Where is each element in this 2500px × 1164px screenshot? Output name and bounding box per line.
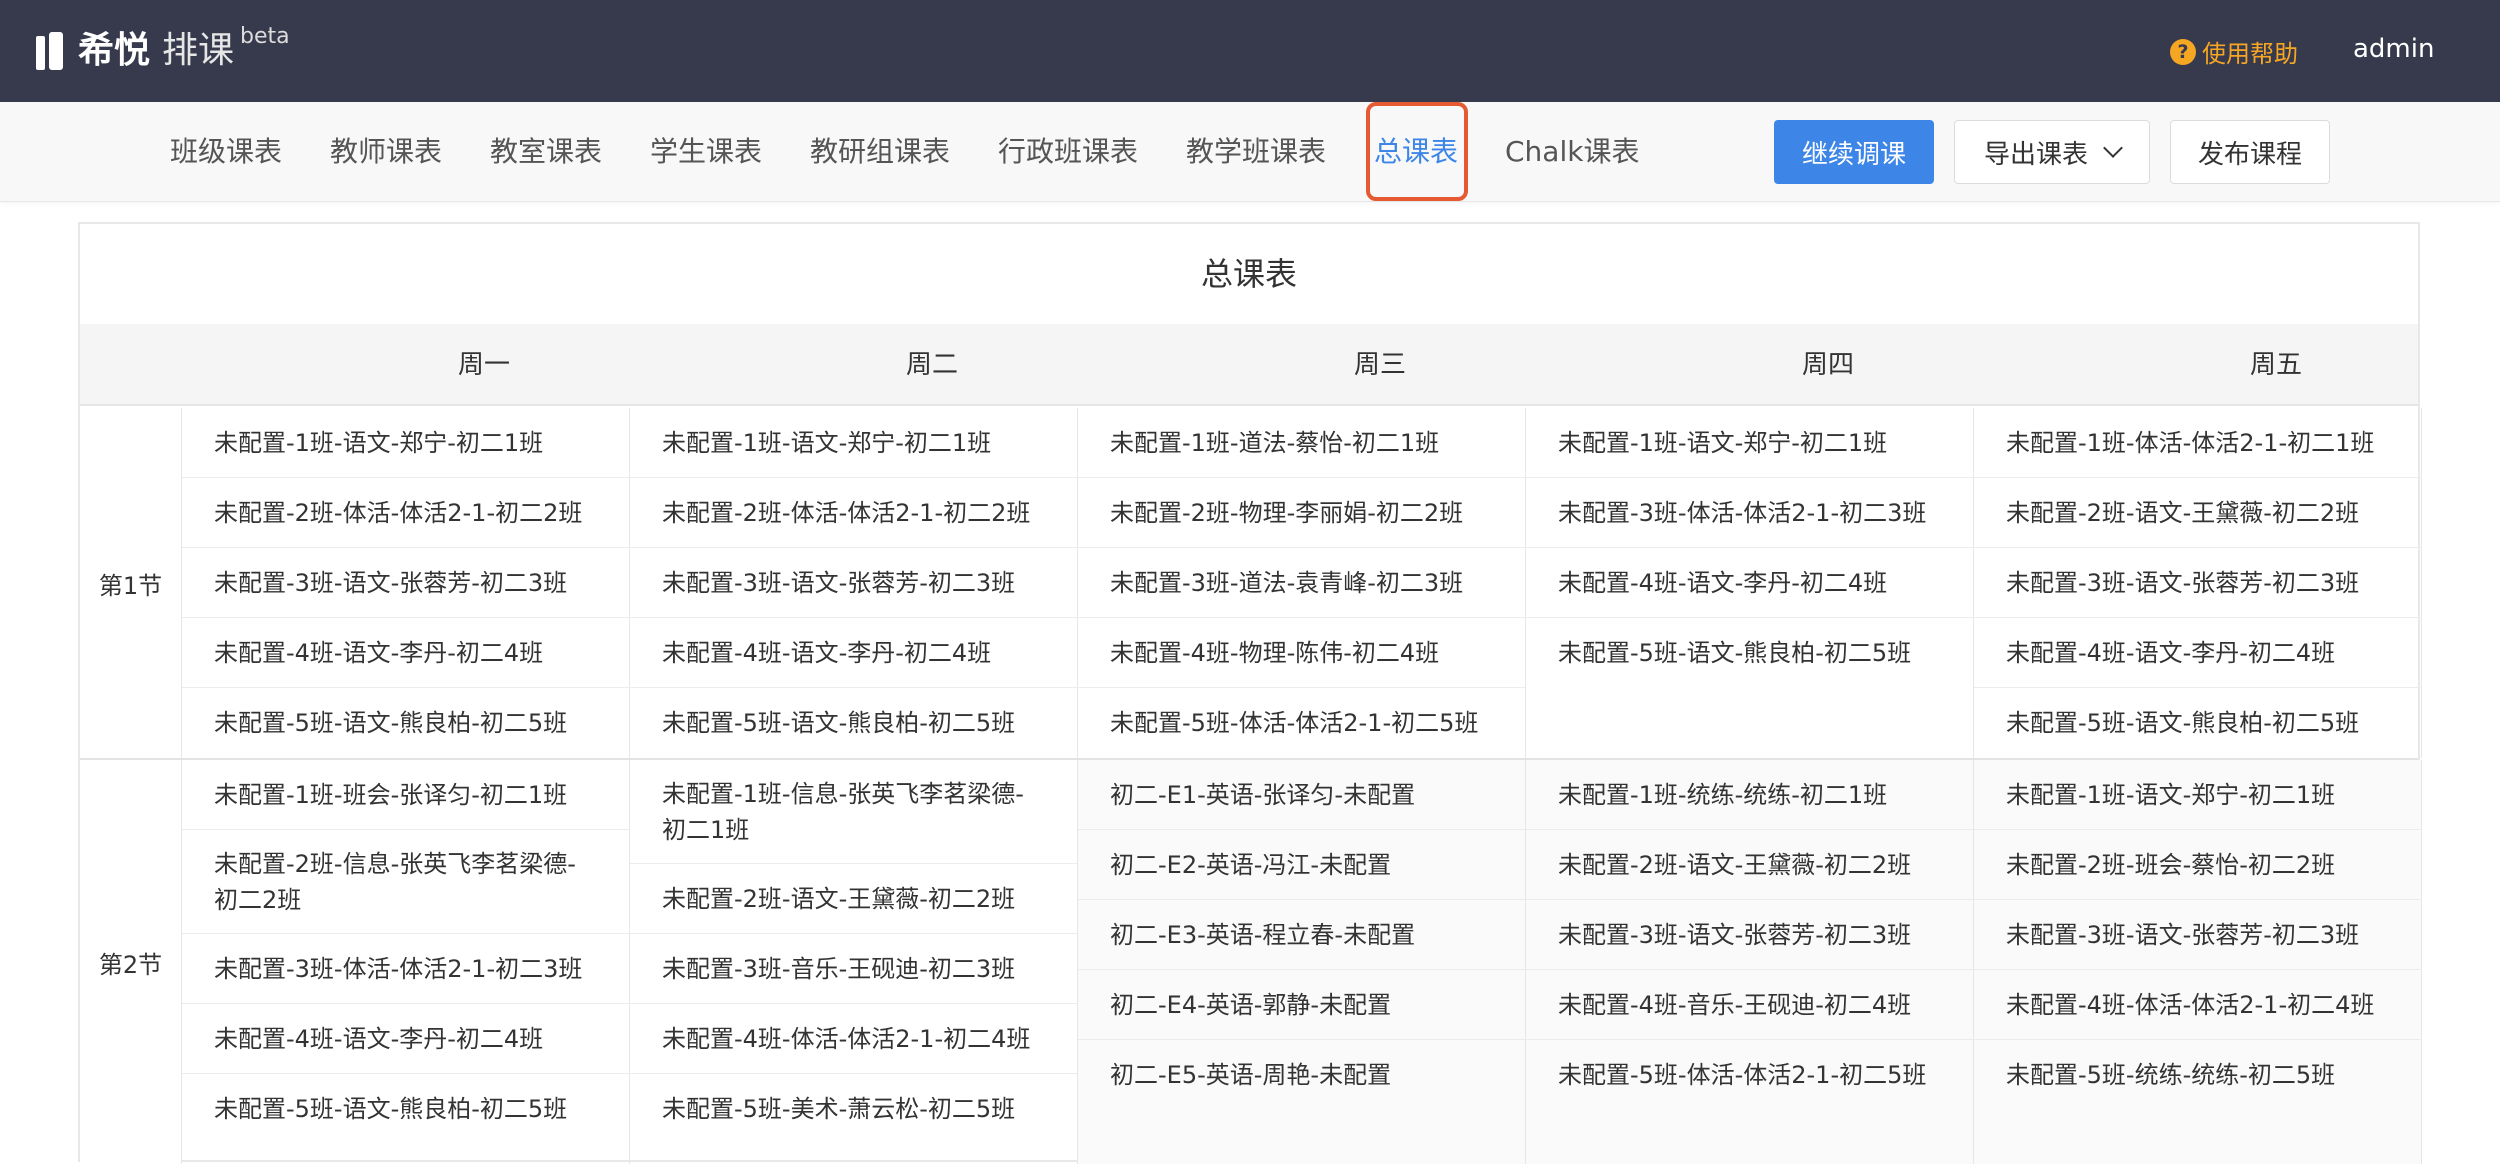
course-cell[interactable]: 初二-E5-英语-周艳-未配置	[1078, 1040, 1526, 1110]
timetable-title: 总课表	[1200, 255, 1297, 293]
period-label: 第2节	[80, 760, 182, 1164]
tab-student-schedule[interactable]: 学生课表	[650, 132, 762, 172]
course-cell[interactable]: 未配置-3班-音乐-王砚迪-初二3班	[630, 934, 1078, 1004]
course-cell[interactable]: 未配置-5班-美术-萧云松-初二5班	[630, 1074, 1078, 1144]
course-cell[interactable]: 未配置-2班-体活-体活2-1-初二2班	[182, 478, 630, 548]
day-header: 周二	[905, 350, 958, 380]
day-header-row: 周一 周二 周三 周四 周五	[80, 324, 2418, 406]
course-cell[interactable]: 未配置-3班-语文-张蓉芳-初二3班	[1974, 548, 2422, 618]
course-cell[interactable]: 未配置-1班-班会-张译匀-初二1班	[182, 760, 630, 830]
course-cell[interactable]: 未配置-3班-语文-张蓉芳-初二3班	[182, 548, 630, 618]
continue-adjust-button[interactable]: 继续调课	[1774, 120, 1934, 184]
tab-admin-class-schedule[interactable]: 行政班课表	[998, 132, 1138, 172]
course-cell[interactable]: 未配置-2班-信息-张英飞李茗梁德-初二2班	[182, 830, 630, 934]
publish-course-label: 发布课程	[2197, 139, 2302, 170]
day-header: 周五	[2249, 350, 2302, 380]
course-cell[interactable]: 未配置-2班-物理-李丽娟-初二2班	[1078, 478, 1526, 548]
course-cell[interactable]: 未配置-5班-语文-熊良柏-初二5班	[182, 688, 630, 758]
course-cell[interactable]: 未配置-2班-体活-体活2-1-初二2班	[630, 478, 1078, 548]
app-logo[interactable]: 希悦 排课 beta	[36, 24, 290, 74]
course-cell[interactable]: 未配置-1班-道法-蔡怡-初二1班	[1078, 408, 1526, 478]
course-cell[interactable]: 未配置-4班-语文-李丹-初二4班	[182, 1004, 630, 1074]
course-cell[interactable]: 初二-E1-英语-张译匀-未配置	[1078, 760, 1526, 830]
logo-subtitle: 排课	[162, 30, 235, 71]
course-cell[interactable]: 初二-E4-英语-郭静-未配置	[1078, 970, 1526, 1040]
day-column: 未配置-1班-体活-体活2-1-初二1班 未配置-2班-语文-王黛薇-初二2班 未配…	[1974, 408, 2422, 758]
tab-chalk-schedule[interactable]: Chalk课表	[1505, 132, 1639, 172]
course-cell[interactable]: 未配置-2班-语文-王黛薇-初二2班	[1526, 830, 1974, 900]
course-cell[interactable]: 未配置-1班-信息-张英飞李茗梁德-初二1班	[630, 760, 1078, 864]
course-cell[interactable]: 未配置-3班-语文-张蓉芳-初二3班	[1526, 900, 1974, 970]
export-schedule-label: 导出课表	[1983, 139, 2088, 170]
course-cell[interactable]: 未配置-4班-语文-李丹-初二4班	[1974, 618, 2422, 688]
help-icon: ?	[2170, 38, 2196, 65]
course-cell[interactable]: 未配置-3班-体活-体活2-1-初二3班	[182, 934, 630, 1004]
course-cell[interactable]: 未配置-4班-体活-体活2-1-初二4班	[630, 1004, 1078, 1074]
course-cell[interactable]: 未配置-3班-道法-袁青峰-初二3班	[1078, 548, 1526, 618]
day-column: 初二-E1-英语-张译匀-未配置 初二-E2-英语-冯江-未配置 初二-E3-英语-…	[1078, 760, 1526, 1164]
day-header: 周四	[1801, 350, 1854, 380]
tab-research-group-schedule[interactable]: 教研组课表	[810, 132, 950, 172]
nav-bar: 班级课表 教师课表 教室课表 学生课表 教研组课表 行政班课表 教学班课表 总课…	[0, 102, 2500, 202]
course-cell[interactable]: 未配置-1班-语文-郑宁-初二1班	[182, 408, 630, 478]
course-cell[interactable]: 未配置-1班-语文-郑宁-初二1班	[630, 408, 1078, 478]
course-cell[interactable]: 未配置-1班-语文-郑宁-初二1班	[1974, 760, 2422, 830]
help-label: 使用帮助	[2202, 40, 2298, 68]
period-label: 第1节	[80, 408, 182, 758]
day-column: 未配置-1班-道法-蔡怡-初二1班 未配置-2班-物理-李丽娟-初二2班 未配置-3…	[1078, 408, 1526, 758]
course-cell[interactable]: 未配置-5班-体活-体活2-1-初二5班	[1526, 1040, 1974, 1110]
day-column: 未配置-1班-语文-郑宁-初二1班 未配置-2班-班会-蔡怡-初二2班 未配置-3班…	[1974, 760, 2422, 1164]
timetable-panel: 总课表 周一 周二 周三 周四 周五 第1节 未配置-1班-语文-郑宁-初二1班未…	[78, 222, 2422, 1164]
course-cell[interactable]: 未配置-5班-语文-熊良柏-初二5班	[182, 1074, 630, 1144]
logo-mark-icon	[36, 32, 66, 70]
course-cell[interactable]: 未配置-4班-语文-李丹-初二4班	[182, 618, 630, 688]
course-cell[interactable]: 未配置-3班-语文-张蓉芳-初二3班	[1974, 900, 2422, 970]
help-link[interactable]: ? 使用帮助	[2170, 34, 2298, 69]
course-cell[interactable]: 未配置-1班-统练-统练-初二1班	[1526, 760, 1974, 830]
course-cell[interactable]: 未配置-3班-语文-张蓉芳-初二3班	[630, 548, 1078, 618]
course-cell[interactable]: 未配置-5班-语文-熊良柏-初二5班	[1526, 618, 1974, 688]
course-cell[interactable]: 未配置-4班-音乐-王砚迪-初二4班	[1526, 970, 1974, 1040]
course-cell[interactable]: 未配置-3班-体活-体活2-1-初二3班	[1526, 478, 1974, 548]
beta-label: beta	[240, 24, 290, 49]
logo-name: 希悦	[78, 30, 151, 71]
day-column: 未配置-1班-语文-郑宁-初二1班 未配置-3班-体活-体活2-1-初二3班 未配置…	[1526, 408, 1974, 758]
course-cell[interactable]: 未配置-4班-体活-体活2-1-初二4班	[1974, 970, 2422, 1040]
day-column: 未配置-1班-班会-张译匀-初二1班 未配置-2班-信息-张英飞李茗梁德-初二2班…	[182, 760, 630, 1164]
tab-teaching-class-schedule[interactable]: 教学班课表	[1186, 132, 1326, 172]
course-cell[interactable]: 未配置-1班-体活-体活2-1-初二1班	[1974, 408, 2422, 478]
top-bar: 希悦 排课 beta ? 使用帮助 admin	[0, 0, 2500, 102]
course-cell[interactable]: 初二-E3-英语-程立春-未配置	[1078, 900, 1526, 970]
day-column: 未配置-1班-信息-张英飞李茗梁德-初二1班 未配置-2班-语文-王黛薇-初二2班…	[630, 760, 1078, 1164]
export-schedule-dropdown[interactable]: 导出课表	[1954, 120, 2150, 184]
course-cell[interactable]: 未配置-2班-语文-王黛薇-初二2班	[630, 864, 1078, 934]
publish-course-button[interactable]: 发布课程	[2170, 120, 2330, 184]
chevron-down-icon	[2103, 138, 2123, 158]
course-cell[interactable]: 未配置-4班-物理-陈伟-初二4班	[1078, 618, 1526, 688]
tab-classroom-schedule[interactable]: 教室课表	[490, 132, 602, 172]
course-cell[interactable]: 未配置-4班-语文-李丹-初二4班	[1526, 548, 1974, 618]
tab-class-schedule[interactable]: 班级课表	[170, 132, 282, 172]
day-column: 未配置-1班-语文-郑宁-初二1班 未配置-2班-体活-体活2-1-初二2班 未配置…	[630, 408, 1078, 758]
course-cell[interactable]: 未配置-5班-体活-体活2-1-初二5班	[1078, 688, 1526, 758]
tab-teacher-schedule[interactable]: 教师课表	[330, 132, 442, 172]
course-cell[interactable]: 未配置-4班-语文-李丹-初二4班	[630, 618, 1078, 688]
continue-adjust-label: 继续调课	[1801, 139, 1906, 170]
course-cell[interactable]: 未配置-2班-班会-蔡怡-初二2班	[1974, 830, 2422, 900]
course-cell[interactable]: 未配置-2班-语文-王黛薇-初二2班	[1974, 478, 2422, 548]
course-cell[interactable]: 未配置-5班-语文-熊良柏-初二5班	[630, 688, 1078, 758]
day-column: 未配置-1班-语文-郑宁-初二1班 未配置-2班-体活-体活2-1-初二2班 未配置…	[182, 408, 630, 758]
day-header: 周三	[1353, 350, 1406, 380]
course-cell[interactable]: 未配置-5班-统练-统练-初二5班	[1974, 1040, 2422, 1110]
course-cell[interactable]: 初二-E2-英语-冯江-未配置	[1078, 830, 1526, 900]
day-header: 周一	[457, 350, 510, 380]
day-column: 未配置-1班-统练-统练-初二1班 未配置-2班-语文-王黛薇-初二2班 未配置-3…	[1526, 760, 1974, 1164]
user-name[interactable]: admin	[2353, 34, 2434, 64]
tab-master-schedule[interactable]: 总课表	[1374, 132, 1458, 172]
course-cell[interactable]: 未配置-5班-语文-熊良柏-初二5班	[1974, 688, 2422, 758]
course-cell[interactable]: 未配置-1班-语文-郑宁-初二1班	[1526, 408, 1974, 478]
